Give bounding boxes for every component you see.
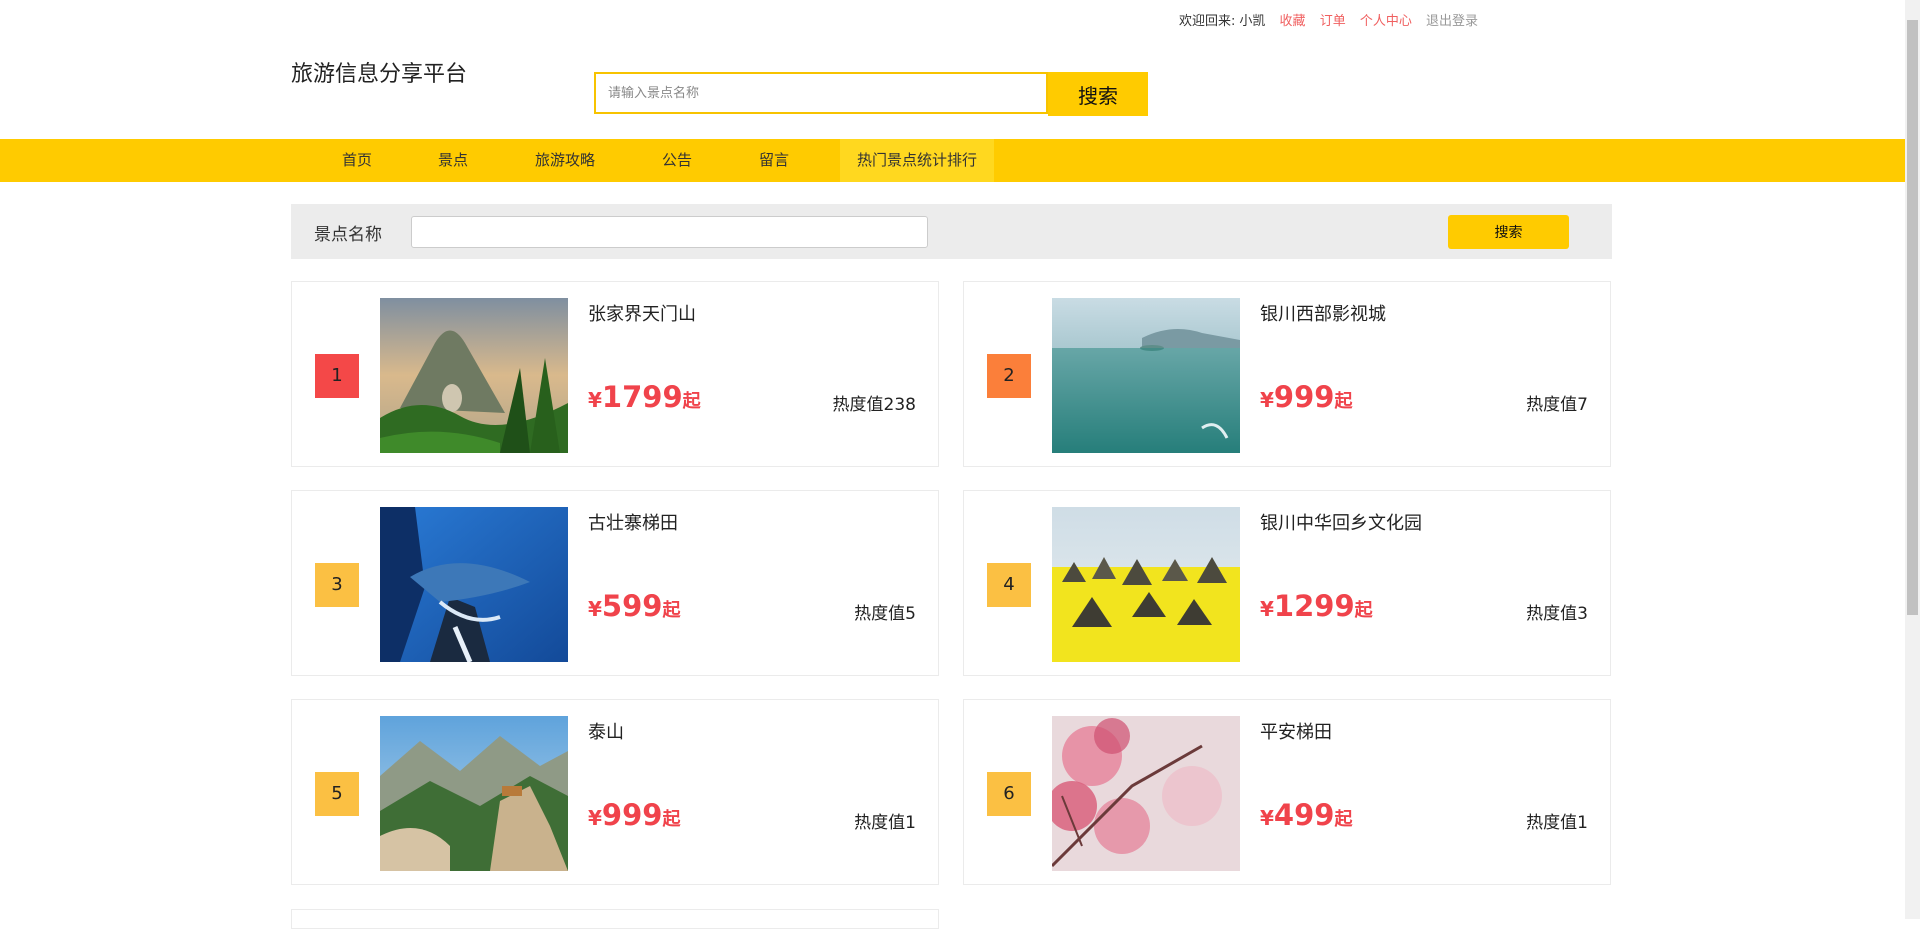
heat-label: 热度值: [854, 604, 906, 624]
attraction-name[interactable]: 银川中华回乡文化园: [1260, 509, 1422, 535]
heat-label: 热度值: [1526, 813, 1578, 833]
heat-number: 5: [905, 604, 916, 624]
user-toolbar: 欢迎回来: 小凯 收藏 订单 个人中心 退出登录: [1179, 10, 1478, 29]
attraction-price: ¥1799起: [588, 380, 701, 414]
profile-link[interactable]: 个人中心: [1360, 14, 1412, 29]
heat-label: 热度值: [1526, 395, 1578, 415]
attraction-name[interactable]: 泰山: [588, 718, 624, 744]
main-nav: 首页 景点 旅游攻略 公告 留言 热门景点统计排行: [0, 139, 1905, 182]
attraction-price: ¥999起: [1260, 380, 1352, 414]
logout-link[interactable]: 退出登录: [1426, 14, 1478, 29]
username: 小凯: [1239, 14, 1266, 29]
attraction-price: ¥1299起: [1260, 589, 1373, 623]
heat-number: 7: [1577, 395, 1588, 415]
scrollbar-thumb[interactable]: [1907, 20, 1918, 615]
nav-item-messages[interactable]: 留言: [742, 139, 806, 182]
filter-bar: 景点名称 搜索: [291, 204, 1612, 259]
heat-number: 1: [1577, 813, 1588, 833]
heat-value: 热度值238: [833, 390, 916, 415]
ranking-card[interactable]: 2 银川西部影视城 ¥999起 热度值7: [963, 281, 1611, 467]
heat-number: 3: [1577, 604, 1588, 624]
ranking-card[interactable]: 3 古壮寨梯田 ¥599起 热度值5: [291, 490, 939, 676]
heat-label: 热度值: [854, 813, 906, 833]
ranking-card[interactable]: 1 张家界天门山 ¥1799起 热度值238: [291, 281, 939, 467]
header-search: 搜索: [594, 72, 1148, 116]
currency-symbol: ¥: [588, 388, 602, 412]
price-amount: 999: [1273, 380, 1335, 414]
attraction-name[interactable]: 古壮寨梯田: [588, 509, 678, 535]
attraction-name[interactable]: 张家界天门山: [588, 300, 696, 326]
nav-item-home[interactable]: 首页: [325, 139, 389, 182]
orders-link[interactable]: 订单: [1320, 14, 1346, 29]
price-amount: 999: [601, 798, 663, 832]
heat-label: 热度值: [1526, 604, 1578, 624]
rank-badge: 3: [315, 563, 359, 607]
attraction-price: ¥599起: [588, 589, 680, 623]
favorites-link[interactable]: 收藏: [1280, 14, 1306, 29]
price-suffix: 起: [1354, 600, 1373, 621]
page-scrollbar[interactable]: [1905, 0, 1920, 919]
price-amount: 599: [601, 589, 663, 623]
header-search-button[interactable]: 搜索: [1048, 72, 1148, 116]
heat-label: 热度值: [832, 395, 884, 415]
price-amount: 499: [1273, 798, 1335, 832]
price-suffix: 起: [682, 391, 701, 412]
attraction-image[interactable]: [380, 298, 568, 453]
heat-value: 热度值5: [854, 599, 916, 624]
currency-symbol: ¥: [588, 597, 602, 621]
ranking-card[interactable]: 4 银川中华回乡文化园 ¥1299起 热度值3: [963, 490, 1611, 676]
site-title[interactable]: 旅游信息分享平台: [291, 56, 467, 88]
filter-search-button[interactable]: 搜索: [1448, 215, 1569, 249]
heat-number: 1: [905, 813, 916, 833]
heat-value: 热度值7: [1526, 390, 1588, 415]
rank-badge: 5: [315, 772, 359, 816]
heat-value: 热度值3: [1526, 599, 1588, 624]
attraction-price: ¥499起: [1260, 798, 1352, 832]
attraction-image[interactable]: [380, 716, 568, 871]
rank-badge: 2: [987, 354, 1031, 398]
filter-label: 景点名称: [314, 225, 382, 245]
currency-symbol: ¥: [1260, 597, 1274, 621]
price-suffix: 起: [1334, 809, 1353, 830]
attraction-image[interactable]: [380, 507, 568, 662]
price-amount: 1799: [601, 380, 683, 414]
heat-number: 238: [883, 395, 916, 415]
attraction-image[interactable]: [1052, 298, 1240, 453]
attraction-name-input[interactable]: [411, 216, 928, 248]
ranking-card[interactable]: 5 泰山 ¥999起 热度值1: [291, 699, 939, 885]
nav-item-guides[interactable]: 旅游攻略: [517, 139, 613, 182]
nav-item-attractions[interactable]: 景点: [421, 139, 485, 182]
header-search-input[interactable]: [594, 72, 1048, 114]
price-suffix: 起: [662, 600, 681, 621]
welcome-text: 欢迎回来:: [1179, 14, 1236, 29]
price-suffix: 起: [662, 809, 681, 830]
rank-badge: 4: [987, 563, 1031, 607]
ranking-card-partial[interactable]: [291, 909, 939, 929]
attraction-name[interactable]: 银川西部影视城: [1260, 300, 1386, 326]
heat-value: 热度值1: [1526, 808, 1588, 833]
nav-item-hot-ranking[interactable]: 热门景点统计排行: [840, 139, 994, 182]
currency-symbol: ¥: [1260, 388, 1274, 412]
currency-symbol: ¥: [588, 806, 602, 830]
heat-value: 热度值1: [854, 808, 916, 833]
rank-badge: 6: [987, 772, 1031, 816]
rank-badge: 1: [315, 354, 359, 398]
attraction-price: ¥999起: [588, 798, 680, 832]
price-amount: 1299: [1273, 589, 1355, 623]
attraction-image[interactable]: [1052, 716, 1240, 871]
nav-item-announcements[interactable]: 公告: [645, 139, 709, 182]
currency-symbol: ¥: [1260, 806, 1274, 830]
ranking-card[interactable]: 6 平安梯田 ¥499起 热度值1: [963, 699, 1611, 885]
price-suffix: 起: [1334, 391, 1353, 412]
attraction-name[interactable]: 平安梯田: [1260, 718, 1332, 744]
attraction-image[interactable]: [1052, 507, 1240, 662]
